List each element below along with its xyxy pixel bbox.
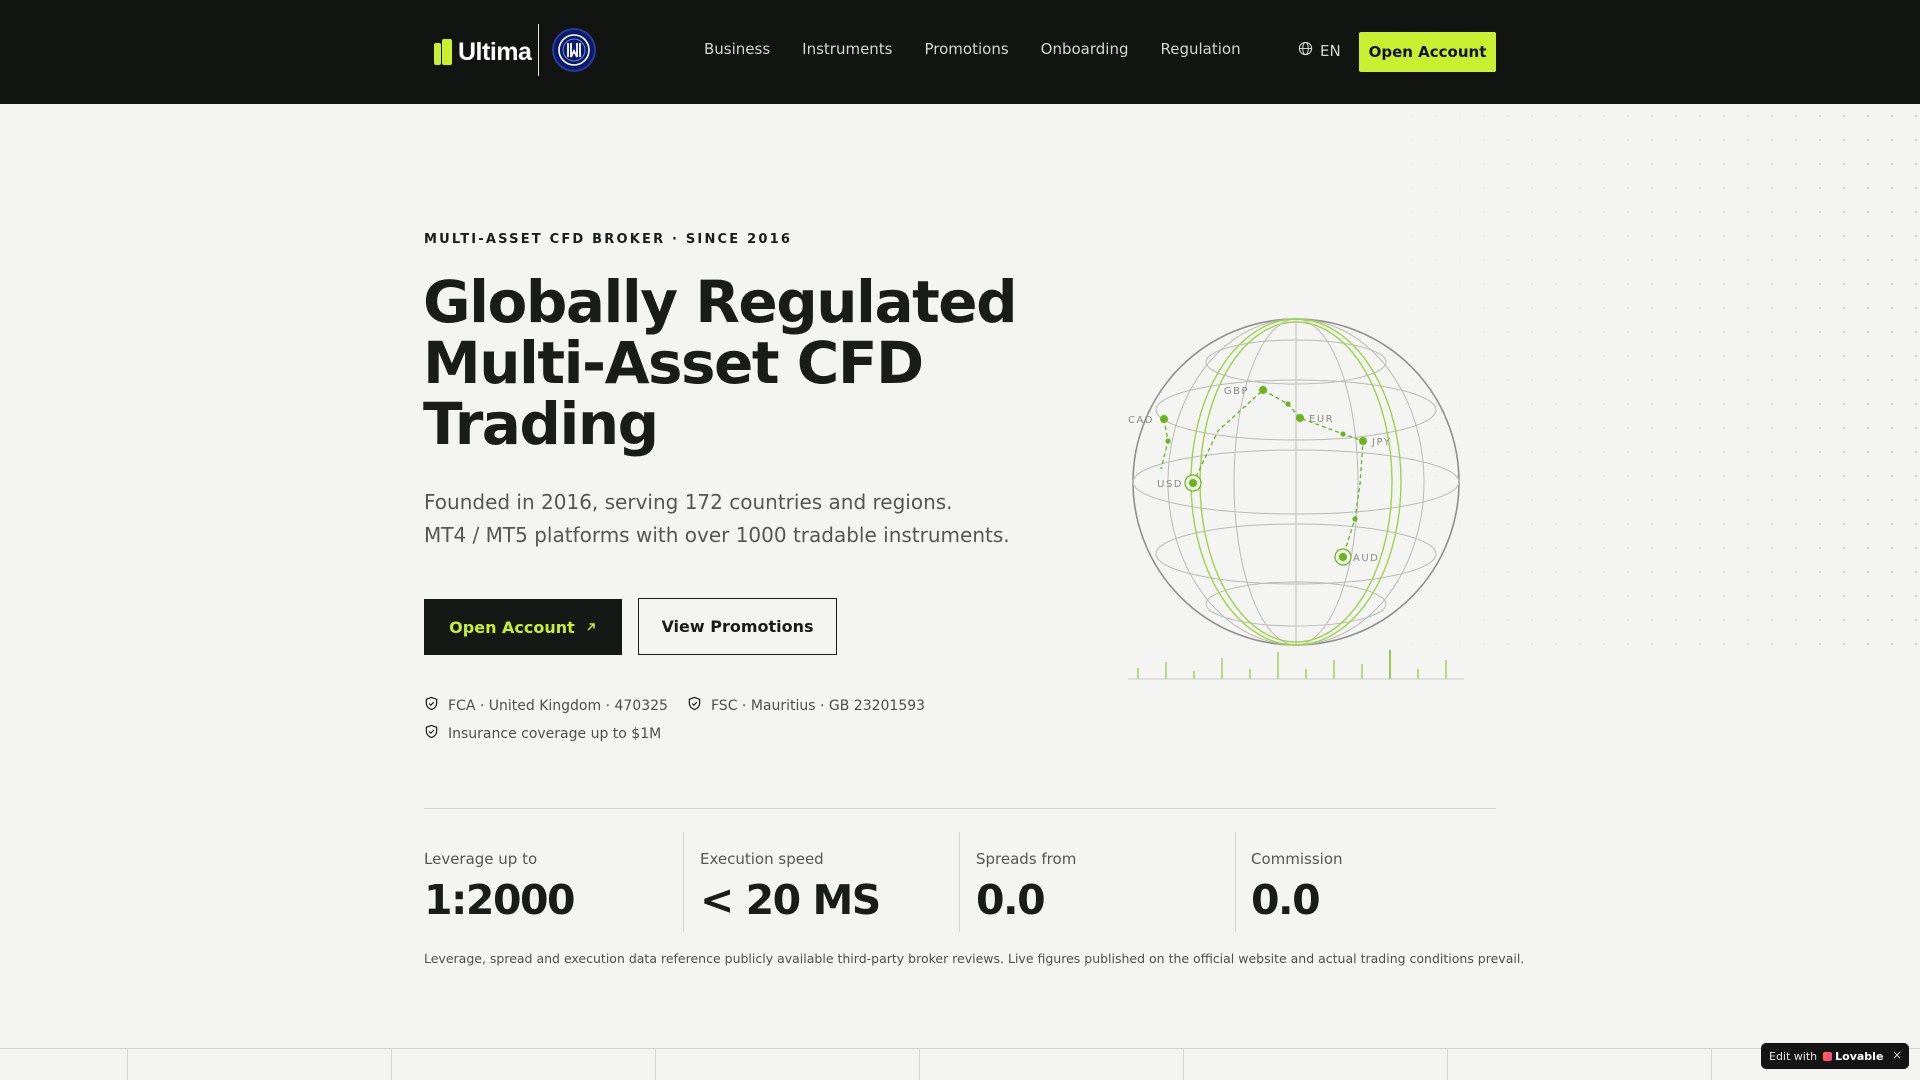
hero-open-account-button[interactable]: Open Account <box>424 599 622 655</box>
grid-tick <box>127 1048 128 1080</box>
stats-divider <box>424 808 1496 809</box>
hero-subtitle-line-2: MT4 / MT5 platforms with over 1000 trada… <box>424 523 1010 547</box>
brand-name: Ultima <box>458 37 532 66</box>
grid-tick <box>919 1048 920 1080</box>
stat-separator <box>959 832 960 932</box>
route-waypoint <box>1352 516 1358 522</box>
nav-promotions[interactable]: Promotions <box>925 40 1009 58</box>
regulation-fca: FCA · United Kingdom · 470325 <box>424 696 668 715</box>
stat-separator <box>683 832 684 932</box>
grid-tick <box>391 1048 392 1080</box>
currency-label-eur: EUR <box>1309 414 1334 425</box>
shield-check-icon <box>424 696 439 715</box>
regulation-insurance: Insurance coverage up to $1M <box>424 724 661 743</box>
stat-separator <box>1235 832 1236 932</box>
brand-divider <box>538 24 539 76</box>
grid-tick <box>1183 1048 1184 1080</box>
hero-title-line-3: Trading <box>423 390 659 458</box>
route-waypoint <box>1165 438 1171 444</box>
stat-leverage-value: 1:2000 <box>424 876 576 924</box>
edit-with-label: Edit with <box>1769 1049 1818 1063</box>
stat-spreads-value: 0.0 <box>976 876 1046 924</box>
stat-leverage: Leverage up to 1:2000 <box>424 832 576 932</box>
currency-label-jpy: JPY <box>1371 437 1391 448</box>
stat-spreads-label: Spreads from <box>976 850 1077 868</box>
language-selector[interactable]: EN <box>1298 41 1341 60</box>
currency-node-eur <box>1296 414 1304 422</box>
grid-tick <box>1711 1048 1712 1080</box>
regulation-fsc: FSC · Mauritius · GB 23201593 <box>687 696 925 715</box>
currency-node-jpy <box>1359 437 1367 445</box>
currency-node-usd <box>1189 479 1197 487</box>
main-nav: Business Instruments Promotions Onboardi… <box>704 40 1273 58</box>
nav-business[interactable]: Business <box>704 40 770 58</box>
header-open-account-button[interactable]: Open Account <box>1359 32 1496 72</box>
currency-label-usd: USD <box>1157 479 1183 490</box>
stats-disclaimer: Leverage, spread and execution data refe… <box>424 951 1525 966</box>
grid-tick <box>655 1048 656 1080</box>
nav-regulation[interactable]: Regulation <box>1160 40 1240 58</box>
currency-node-aud <box>1339 553 1347 561</box>
hero-title-line-2: Multi-Asset CFD <box>423 329 924 397</box>
nav-instruments[interactable]: Instruments <box>802 40 892 58</box>
partner-club-crest-icon <box>552 28 596 72</box>
hero-open-account-label: Open Account <box>449 617 575 637</box>
brand-logo[interactable]: Ultima <box>434 34 532 70</box>
currency-node-cad <box>1160 415 1168 423</box>
grid-tick <box>1447 1048 1448 1080</box>
currency-label-cad: CAD <box>1128 415 1154 426</box>
hero-subtitle-line-1: Founded in 2016, serving 172 countries a… <box>424 490 953 514</box>
stat-commission-label: Commission <box>1251 850 1343 868</box>
globe-icon <box>1298 41 1313 60</box>
route-waypoint <box>1285 401 1291 407</box>
stat-execution-value: < 20 MS <box>700 876 881 924</box>
stat-commission-value: 0.0 <box>1251 876 1321 924</box>
currency-node-gbp <box>1259 386 1267 394</box>
hero-title-line-1: Globally Regulated <box>423 268 1018 336</box>
shield-check-icon <box>687 696 702 715</box>
nav-onboarding[interactable]: Onboarding <box>1041 40 1129 58</box>
currency-label-gbp: GBP <box>1224 386 1249 397</box>
currency-label-aud: AUD <box>1353 553 1379 564</box>
close-icon[interactable]: × <box>1892 1048 1902 1062</box>
regulation-fca-text: FCA · United Kingdom · 470325 <box>448 697 668 714</box>
language-code: EN <box>1320 41 1341 60</box>
section-divider <box>0 1048 1920 1049</box>
route-waypoint <box>1340 431 1346 437</box>
lovable-name: Lovable <box>1835 1049 1884 1063</box>
stat-leverage-label: Leverage up to <box>424 850 538 868</box>
hero-eyebrow: MULTI-ASSET CFD BROKER · SINCE 2016 <box>424 232 793 247</box>
arrow-up-right-icon <box>585 618 597 637</box>
edit-with-lovable-badge[interactable]: Edit with Lovable × <box>1761 1043 1909 1069</box>
hero-subtitle: Founded in 2016, serving 172 countries a… <box>424 486 1010 552</box>
regulation-insurance-text: Insurance coverage up to $1M <box>448 725 662 742</box>
view-promotions-button[interactable]: View Promotions <box>638 598 837 655</box>
top-navigation-bar: Ultima Business Instruments Promotions O… <box>0 0 1920 104</box>
currency-globe-illustration: CAD GBP EUR JPY USD AUD <box>1128 318 1464 680</box>
hero-title: Globally Regulated Multi-Asset CFD Tradi… <box>423 272 1043 455</box>
stat-commission: Commission 0.0 <box>1251 832 1343 932</box>
stat-execution-label: Execution speed <box>700 850 824 868</box>
lovable-logo-icon <box>1823 1051 1833 1061</box>
shield-check-icon <box>424 724 439 743</box>
stat-spreads: Spreads from 0.0 <box>976 832 1076 932</box>
stat-execution-speed: Execution speed < 20 MS <box>700 832 881 932</box>
brand-mark-icon <box>434 39 452 65</box>
regulation-fsc-text: FSC · Mauritius · GB 23201593 <box>711 697 926 714</box>
